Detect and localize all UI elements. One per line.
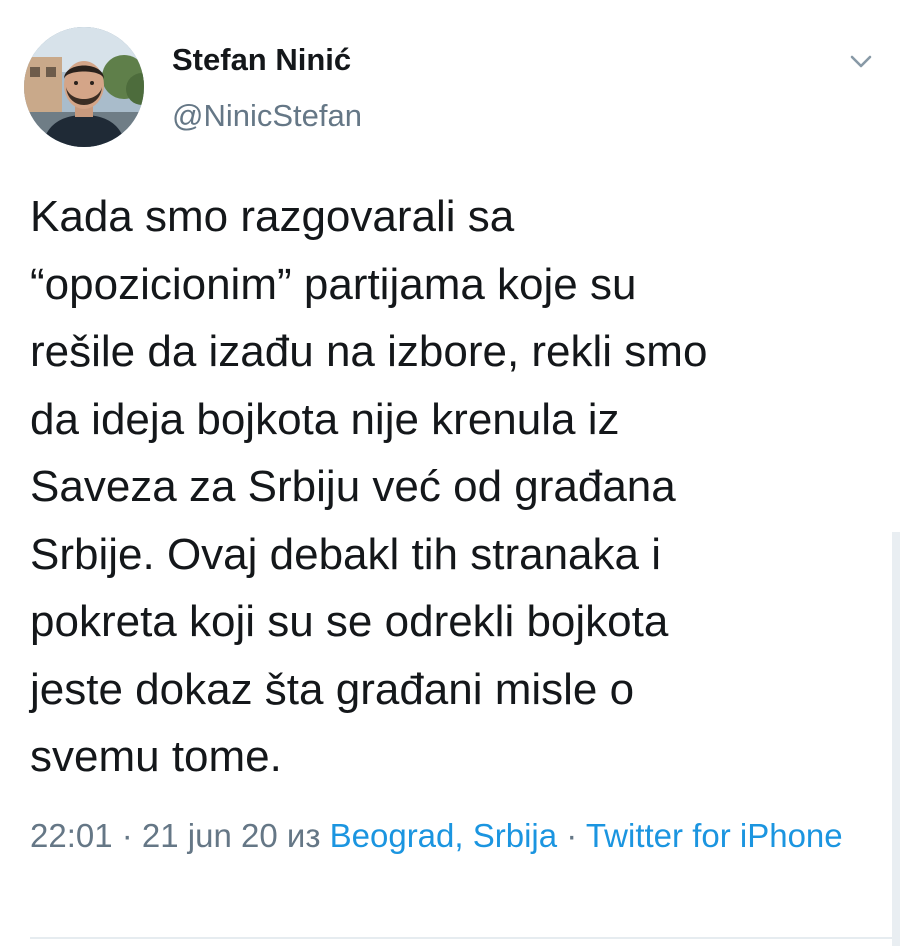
avatar-image [24,27,144,147]
divider [30,937,900,939]
meta-separator: · [112,817,142,854]
meta-separator: · [557,817,586,854]
author-handle[interactable]: @NinicStefan [172,98,362,134]
from-word: из [277,817,330,854]
chevron-down-icon[interactable] [846,48,876,76]
scrollbar[interactable] [892,532,900,946]
tweet-meta: 22:01 · 21 jun 20 из Beograd, Srbija · T… [30,808,880,863]
avatar[interactable] [24,27,144,147]
tweet-text: Kada smo razgovarali sa “opozicionim” pa… [30,192,708,781]
tweet-date[interactable]: 21 jun 20 [142,817,278,854]
location-link[interactable]: Beograd, Srbija [330,817,557,854]
tweet-time[interactable]: 22:01 [30,817,113,854]
author-name[interactable]: Stefan Ninić [172,42,351,78]
tweet-card: Stefan Ninić @NinicStefan Kada smo razgo… [0,0,900,946]
source-link[interactable]: Twitter for iPhone [586,817,843,854]
